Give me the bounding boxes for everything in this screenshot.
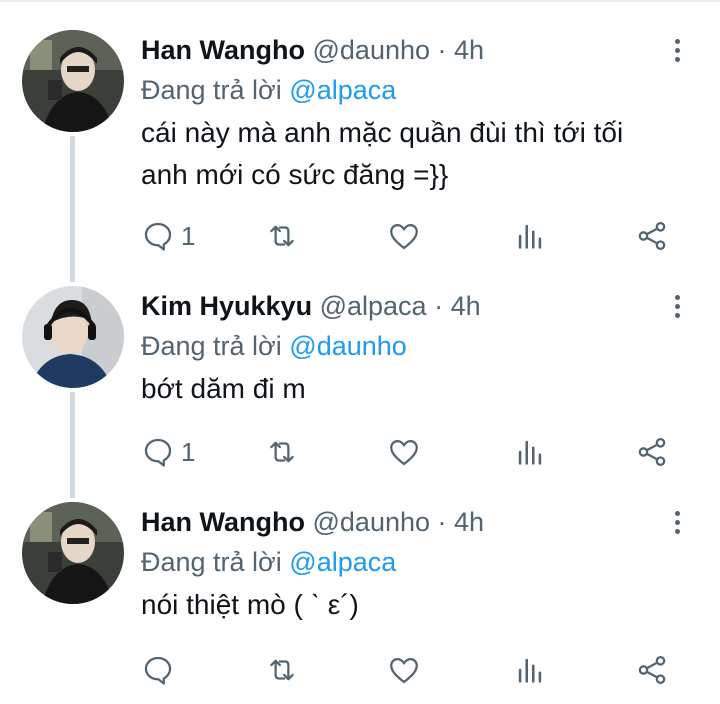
avatar[interactable]	[22, 286, 124, 388]
action-bar: 1	[141, 216, 701, 256]
more-options-icon[interactable]	[666, 292, 688, 326]
like-button[interactable]	[387, 650, 421, 690]
reply-count: 1	[181, 436, 196, 467]
reply-mention-link[interactable]: @daunho	[289, 331, 407, 361]
avatar-photo	[22, 502, 124, 604]
comment-icon	[144, 438, 172, 467]
share-icon	[638, 221, 666, 251]
tweet-header: Han Wangho @daunho · 4h	[141, 30, 484, 70]
timestamp[interactable]: · 4h	[438, 35, 485, 65]
reply-mention-link[interactable]: @alpaca	[289, 547, 396, 577]
display-name[interactable]: Kim Hyukkyu	[141, 291, 312, 321]
reply-context: Đang trả lời @alpaca	[141, 72, 396, 108]
tweet[interactable]: Han Wangho @daunho · 4h Đang trả lời @al…	[0, 502, 720, 702]
analytics-button[interactable]	[513, 650, 547, 690]
tweet[interactable]: Kim Hyukkyu @alpaca · 4h Đang trả lời @d…	[0, 286, 720, 482]
share-button[interactable]	[635, 432, 669, 472]
analytics-button[interactable]	[513, 216, 547, 256]
reply-prefix: Đang trả lời	[141, 547, 282, 577]
avatar[interactable]	[22, 502, 124, 604]
reply-button[interactable]: 1	[141, 216, 195, 256]
timestamp[interactable]: · 4h	[438, 507, 485, 537]
comment-icon	[144, 222, 172, 251]
tweet-text: cái này mà anh mặc quần đùi thì tới tối …	[141, 112, 701, 196]
share-icon	[638, 655, 666, 685]
tweet-text-line: anh mới có sức đăng =}}	[141, 159, 449, 190]
like-button[interactable]	[387, 432, 421, 472]
reply-context: Đang trả lời @daunho	[141, 328, 407, 364]
analytics-icon	[518, 658, 542, 683]
like-icon	[390, 223, 418, 250]
tweet-text-line: nói thiệt mò ( ˋ ε´)	[141, 589, 359, 620]
reply-prefix: Đang trả lời	[141, 331, 282, 361]
retweet-button[interactable]	[265, 216, 299, 256]
tweet[interactable]: Han Wangho @daunho · 4h Đang trả lời @al…	[0, 30, 720, 270]
retweet-button[interactable]	[265, 432, 299, 472]
retweet-button[interactable]	[265, 650, 299, 690]
timestamp[interactable]: · 4h	[434, 291, 481, 321]
top-divider	[0, 0, 720, 2]
user-handle[interactable]: @alpaca	[320, 291, 427, 321]
reply-button[interactable]: 1	[141, 432, 195, 472]
analytics-icon	[518, 440, 542, 465]
like-icon	[390, 439, 418, 466]
user-handle[interactable]: @daunho	[313, 507, 431, 537]
like-icon	[390, 657, 418, 684]
reply-count: 1	[181, 220, 196, 251]
reply-button[interactable]	[141, 650, 181, 690]
like-button[interactable]	[387, 216, 421, 256]
analytics-button[interactable]	[513, 432, 547, 472]
tweet-text-line: cái này mà anh mặc quần đùi thì tới tối	[141, 117, 624, 148]
user-handle[interactable]: @daunho	[313, 35, 431, 65]
retweet-icon	[270, 225, 294, 247]
analytics-icon	[518, 224, 542, 249]
share-button[interactable]	[635, 650, 669, 690]
tweet-header: Kim Hyukkyu @alpaca · 4h	[141, 286, 481, 326]
comment-icon	[144, 656, 172, 685]
tweet-text-line: bớt dăm đi m	[141, 373, 306, 404]
reply-prefix: Đang trả lời	[141, 75, 282, 105]
tweet-text: bớt dăm đi m	[141, 368, 701, 410]
action-bar	[141, 650, 701, 690]
more-options-icon[interactable]	[666, 508, 688, 542]
reply-context: Đang trả lời @alpaca	[141, 544, 396, 580]
more-options-icon[interactable]	[666, 36, 688, 70]
display-name[interactable]: Han Wangho	[141, 507, 305, 537]
avatar-photo	[22, 286, 124, 388]
action-bar: 1	[141, 432, 701, 472]
avatar[interactable]	[22, 30, 124, 132]
reply-mention-link[interactable]: @alpaca	[289, 75, 396, 105]
retweet-icon	[270, 441, 294, 463]
avatar-photo	[22, 30, 124, 132]
tweet-header: Han Wangho @daunho · 4h	[141, 502, 484, 542]
display-name[interactable]: Han Wangho	[141, 35, 305, 65]
share-button[interactable]	[635, 216, 669, 256]
retweet-icon	[270, 659, 294, 681]
tweet-text: nói thiệt mò ( ˋ ε´)	[141, 584, 701, 626]
share-icon	[638, 437, 666, 467]
